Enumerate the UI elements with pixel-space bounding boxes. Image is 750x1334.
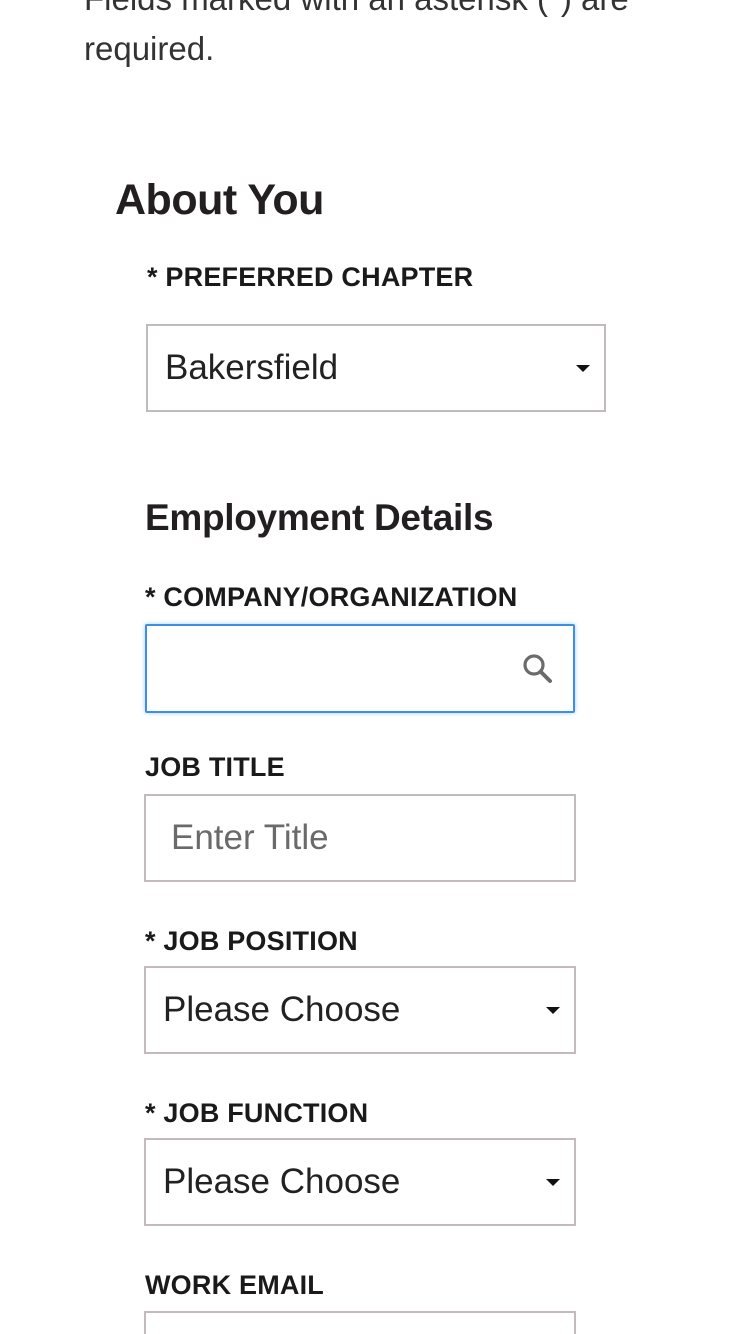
chevron-down-icon [546,1007,560,1014]
work-email-input[interactable] [144,1311,576,1334]
employment-details-heading: Employment Details [145,497,494,538]
job-title-label: JOB TITLE [145,752,285,782]
job-position-select[interactable]: Please Choose [144,966,576,1054]
work-email-label: WORK EMAIL [145,1270,324,1300]
company-label: * COMPANY/ORGANIZATION [145,582,518,612]
preferred-chapter-select[interactable]: Bakersfield [146,324,606,412]
company-search-input[interactable] [145,624,575,713]
job-function-value: Please Choose [163,1162,401,1201]
job-position-value: Please Choose [163,990,401,1029]
job-function-select[interactable]: Please Choose [144,1138,576,1226]
search-icon[interactable] [521,652,555,686]
chevron-down-icon [576,365,590,372]
job-position-label: * JOB POSITION [145,926,358,956]
preferred-chapter-label: * PREFERRED CHAPTER [147,262,474,292]
membership-form-page: Fields marked with an asterisk (*) are r… [0,0,750,1334]
job-title-placeholder: Enter Title [171,818,329,857]
chevron-down-icon [546,1179,560,1186]
job-title-input[interactable]: Enter Title [144,794,576,882]
required-fields-note: Fields marked with an asterisk (*) are r… [84,0,629,67]
about-you-heading: About You [115,176,324,224]
preferred-chapter-value: Bakersfield [165,348,339,387]
job-function-label: * JOB FUNCTION [145,1098,369,1128]
